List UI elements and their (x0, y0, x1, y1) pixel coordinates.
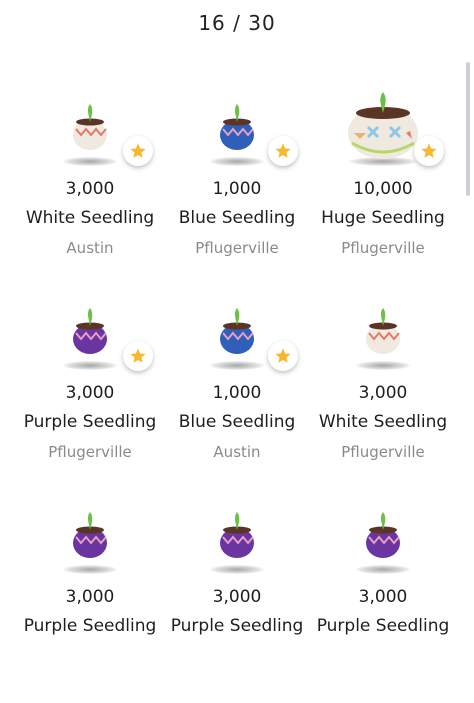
seedling-amount: 3,000 (65, 179, 115, 199)
seedling-card[interactable]: 3,000 Purple Seedling (162, 503, 312, 703)
seedling-amount: 1,000 (212, 383, 262, 403)
seedling-name: Purple Seedling (170, 616, 304, 636)
pot-shadow (356, 565, 410, 574)
seedling-amount: 3,000 (358, 587, 408, 607)
seedling-card[interactable]: 3,000 Purple Seedling (15, 503, 165, 703)
star-badge[interactable] (268, 341, 298, 371)
seedling-amount: 3,000 (358, 383, 408, 403)
seedling-amount: 1,000 (212, 179, 262, 199)
huge-seedling-icon (348, 92, 418, 159)
seedling-grid: 3,000 White Seedling Austin 1,000 Blue S… (0, 0, 474, 640)
star-badge[interactable] (268, 136, 298, 166)
seedling-name: Purple Seedling (316, 616, 450, 636)
purple-seedling-icon (366, 512, 400, 558)
seedling-name: White Seedling (25, 208, 155, 228)
star-icon (130, 143, 146, 158)
pot-shadow (210, 157, 264, 166)
pot-shadow (356, 361, 410, 370)
seedling-name: Huge Seedling (321, 208, 445, 228)
seedling-card[interactable]: 3,000 Purple Seedling Pflugerville (15, 299, 165, 499)
seedling-city: Pflugerville (195, 239, 279, 257)
pot-shadow (63, 565, 117, 574)
pot-area (308, 299, 458, 379)
purple-seedling-icon (73, 308, 107, 354)
seedling-amount: 3,000 (65, 587, 115, 607)
pot-shadow (210, 361, 264, 370)
pot-shadow (63, 361, 117, 370)
seedling-amount: 3,000 (212, 587, 262, 607)
seedling-card[interactable]: 3,000 White Seedling Pflugerville (308, 299, 458, 499)
star-icon (275, 143, 291, 158)
seedling-amount: 10,000 (353, 179, 413, 199)
purple-seedling-icon (220, 512, 254, 558)
seedling-city: Pflugerville (341, 443, 425, 461)
seedling-amount: 3,000 (65, 383, 115, 403)
white-seedling-icon (73, 104, 107, 150)
pot-shadow (210, 565, 264, 574)
pot-area (162, 503, 312, 583)
star-icon (275, 348, 291, 363)
seedling-city: Pflugerville (48, 443, 132, 461)
seedling-city: Pflugerville (341, 239, 425, 257)
seedling-card[interactable]: 1,000 Blue Seedling Austin (162, 299, 312, 499)
blue-seedling-icon (220, 104, 254, 150)
pot-area (308, 503, 458, 583)
seedling-card[interactable]: 1,000 Blue Seedling Pflugerville (162, 95, 312, 295)
star-badge[interactable] (414, 136, 444, 166)
pot-area (15, 503, 165, 583)
star-icon (130, 348, 146, 363)
star-badge[interactable] (123, 136, 153, 166)
seedling-name: Blue Seedling (178, 208, 296, 228)
blue-seedling-icon (220, 308, 254, 354)
seedling-card[interactable]: 3,000 Purple Seedling (308, 503, 458, 703)
seedling-name: Purple Seedling (23, 412, 157, 432)
seedling-name: Blue Seedling (178, 412, 296, 432)
seedling-name: White Seedling (318, 412, 448, 432)
pot-shadow (63, 157, 117, 166)
seedling-city: Austin (66, 239, 114, 257)
seedling-card[interactable]: 3,000 White Seedling Austin (15, 95, 165, 295)
seedling-card[interactable]: 10,000 Huge Seedling Pflugerville (308, 92, 458, 295)
seedling-city: Austin (213, 443, 261, 461)
purple-seedling-icon (73, 512, 107, 558)
star-badge[interactable] (123, 341, 153, 371)
star-icon (421, 143, 437, 158)
white-seedling-icon (366, 308, 400, 354)
seedling-name: Purple Seedling (23, 616, 157, 636)
